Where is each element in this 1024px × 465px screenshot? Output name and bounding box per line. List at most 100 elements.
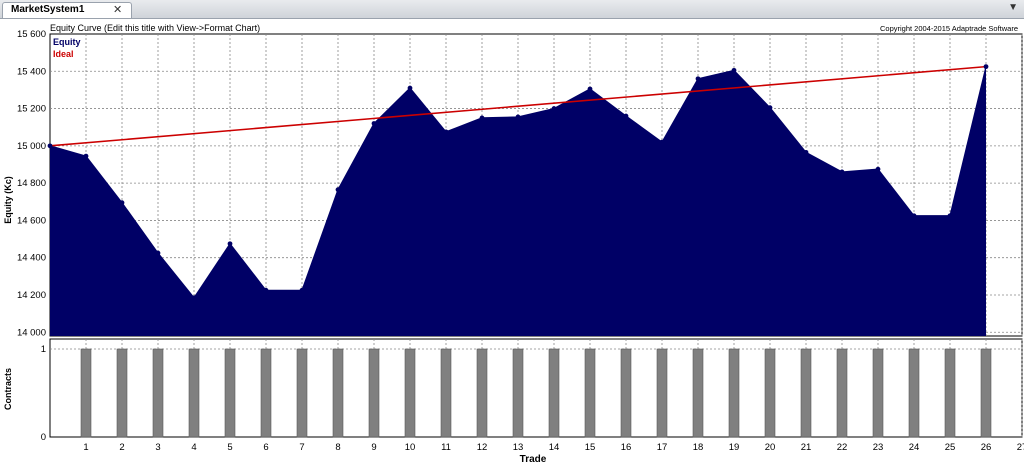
equity-point: [227, 241, 233, 247]
equity-point: [371, 121, 377, 126]
x-axis-label: Trade: [520, 454, 547, 465]
contract-bar: [116, 348, 128, 438]
contract-bar: [512, 348, 524, 438]
equity-point: [515, 114, 521, 120]
equity-point: [443, 129, 449, 135]
x-tick-label: 12: [477, 442, 488, 453]
equity-point: [299, 287, 305, 293]
equity-point: [731, 67, 737, 73]
equity-point: [623, 113, 629, 119]
x-tick-label: 11: [441, 442, 451, 453]
y-tick-label: 14 800: [17, 178, 46, 189]
tab-label: MarketSystem1: [11, 4, 85, 15]
x-tick-label: 8: [335, 442, 340, 453]
contract-bar: [944, 348, 956, 438]
equity-point: [335, 187, 341, 193]
equity-point: [83, 153, 89, 159]
equity-point: [551, 106, 557, 111]
y-axis-label: Equity (Kc): [3, 176, 13, 224]
contract-bar: [260, 348, 272, 438]
x-tick-label: 10: [405, 442, 416, 453]
x-tick-label: 5: [227, 442, 232, 453]
legend-ideal: Ideal: [53, 49, 74, 59]
x-tick-label: 20: [765, 442, 776, 453]
x-tick-label: 7: [299, 442, 304, 453]
x-tick-label: 23: [873, 442, 884, 453]
x-tick-label: 9: [371, 442, 376, 453]
equity-point: [947, 213, 953, 219]
x-tick-label: 6: [263, 442, 268, 453]
equity-point: [407, 85, 413, 91]
equity-point: [479, 115, 485, 121]
equity-point: [119, 200, 125, 206]
contract-bar: [296, 348, 308, 438]
equity-point: [767, 105, 773, 111]
top-axes: 14 000 14 200 14 400 14 600 14 800 15 000 15 2…: [17, 29, 46, 338]
contract-bar: [656, 348, 668, 438]
contract-bar: [692, 348, 704, 438]
x-tick-label: 22: [837, 442, 848, 453]
contract-bar: [764, 348, 776, 438]
x-tick-label: 18: [693, 442, 704, 453]
x-tick-label: 24: [909, 442, 920, 453]
x-tick-label: 17: [657, 442, 668, 453]
contract-bar: [980, 348, 992, 438]
contract-bar: [80, 348, 92, 438]
x-tick-label: 16: [621, 442, 632, 453]
equity-point: [875, 166, 881, 172]
x-tick-label: 26: [981, 442, 992, 453]
chart-area: 14 000 14 200 14 400 14 600 14 800 15 000 15 2…: [0, 19, 1024, 465]
equity-point: [911, 213, 917, 219]
contract-bar: [872, 348, 884, 438]
close-icon[interactable]: ✕: [113, 3, 122, 16]
contract-bar: [368, 348, 380, 438]
equity-point: [263, 287, 269, 293]
x-tick-label: 2: [119, 442, 124, 453]
y-tick-label: 14 600: [17, 215, 46, 226]
contract-bar: [440, 348, 452, 438]
x-tick-label: 15: [585, 442, 596, 453]
legend-equity: Equity: [53, 37, 81, 47]
contracts-tick-label: 0: [41, 432, 46, 443]
x-tick-label: 19: [729, 442, 740, 453]
contract-bar: [548, 348, 560, 438]
tab-marketsystem1[interactable]: MarketSystem1 ✕: [2, 2, 132, 18]
x-tick-label: 3: [155, 442, 160, 453]
equity-chart: 14 00014 20014 40014 60014 80015 00015 2…: [3, 23, 1024, 465]
contract-bar: [224, 348, 236, 438]
tab-bar: MarketSystem1 ✕ ▼: [0, 0, 1024, 19]
equity-point: [587, 86, 593, 92]
x-tick-label: 21: [801, 442, 812, 453]
x-tick-label: 14: [549, 442, 560, 453]
x-tick-label: 4: [191, 442, 196, 453]
contract-bar: [800, 348, 812, 438]
chart-title: Equity Curve (Edit this title with View-…: [50, 23, 260, 33]
contract-bar: [332, 348, 344, 438]
x-tick-label: 25: [945, 442, 956, 453]
x-tick-label: 27: [1017, 442, 1024, 453]
contract-bar: [188, 348, 200, 438]
contract-bar: [584, 348, 596, 438]
equity-point: [47, 143, 53, 149]
y-tick-label: 14 200: [17, 290, 46, 301]
contract-bar: [620, 348, 632, 438]
y-tick-label: 15 400: [17, 66, 46, 77]
y-tick-label: 15 200: [17, 104, 46, 115]
x-tick-label: 13: [513, 442, 524, 453]
equity-point: [803, 149, 809, 155]
equity-point: [191, 295, 197, 301]
y-tick-label: 14 000: [17, 327, 46, 338]
equity-point: [155, 250, 161, 256]
y-tick-label: 15 000: [17, 141, 46, 152]
contract-bar: [728, 348, 740, 438]
equity-point: [839, 169, 845, 175]
y-tick-label: 15 600: [17, 29, 46, 40]
contracts-tick-label: 1: [41, 344, 46, 355]
y-tick-label: 14 400: [17, 253, 46, 264]
contract-bar: [476, 348, 488, 438]
contracts-axis-label: Contracts: [3, 368, 13, 410]
x-tick-label: 1: [83, 442, 88, 453]
equity-point: [695, 76, 701, 82]
dropdown-arrow-icon[interactable]: ▼: [1008, 2, 1018, 13]
copyright-text: Copyright 2004-2015 Adaptrade Software: [880, 24, 1018, 33]
